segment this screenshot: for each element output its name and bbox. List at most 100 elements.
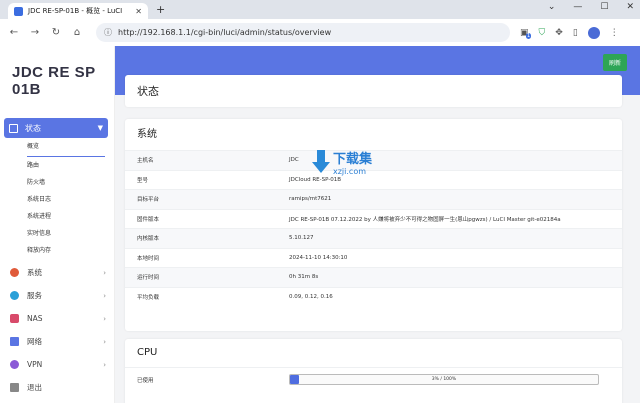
maximize-icon[interactable]: ☐: [600, 2, 608, 12]
menu-vpn[interactable]: VPN ›: [0, 353, 114, 376]
row-value: ramips/mt7621: [289, 196, 332, 203]
submenu-firewall[interactable]: 防火墙: [27, 174, 114, 191]
chevron-right-icon: ›: [103, 291, 106, 300]
chevron-down-icon: ▼: [97, 124, 103, 132]
minimize-icon[interactable]: —: [573, 2, 582, 12]
storage-icon: [10, 314, 19, 323]
section-title-cpu: CPU: [137, 347, 158, 358]
window-close-icon[interactable]: ✕: [626, 2, 634, 12]
logo: JDC RE SP 01B: [12, 64, 96, 98]
row-key: 型号: [137, 177, 149, 184]
table-row: 内核版本 5.10.127: [125, 228, 622, 248]
watermark-sub: xzji.com: [333, 167, 367, 176]
menu-icon[interactable]: ⋮: [610, 28, 619, 38]
submenu-overview[interactable]: 概览: [27, 140, 105, 157]
row-key: 运行时间: [137, 275, 160, 282]
watermark: 下载集 xzji.com: [311, 148, 372, 176]
row-key: 平均负载: [137, 294, 160, 301]
row-value: JDC RE-SP-01B 07.12.2022 by 人嫌将被弃少不可得之物固…: [289, 216, 561, 223]
sidepanel-icon[interactable]: ▯: [573, 28, 578, 38]
watermark-text: 下载集: [333, 152, 373, 167]
extension-badge: 1: [526, 32, 532, 39]
browser-tab[interactable]: JDC RE-SP-01B - 概览 - LuCI ✕: [8, 3, 148, 19]
menu-label: 网络: [27, 337, 42, 346]
browser-toolbar: ← → ↻ ⌂ ⓘ http://192.168.1.1/cgi-bin/luc…: [0, 19, 640, 46]
home-icon[interactable]: ⌂: [69, 27, 85, 38]
link-icon: [10, 291, 19, 300]
address-bar[interactable]: ⓘ http://192.168.1.1/cgi-bin/luci/admin/…: [96, 23, 510, 42]
browser-chrome: JDC RE-SP-01B - 概览 - LuCI ✕ + ⌄ — ☐ ✕ ← …: [0, 0, 640, 46]
close-tab-icon[interactable]: ✕: [135, 7, 142, 16]
table-row: 已使用 3% / 100%: [125, 367, 622, 391]
row-value: 2024-11-10 14:30:10: [289, 254, 348, 261]
tab-title: JDC RE-SP-01B - 概览 - LuCI: [28, 7, 123, 15]
cpu-usage-text: 3% / 100%: [431, 377, 457, 382]
cpu-card: CPU 已使用 3% / 100%: [125, 339, 622, 403]
menu-nas[interactable]: NAS ›: [0, 307, 114, 330]
menu-network[interactable]: 网络 ›: [0, 330, 114, 353]
cpu-usage-bar: 3% / 100%: [289, 374, 599, 385]
main-content: 刷新 状态 系统 主机名 JDC 型号 JDCloud RE-SP-01B 目标平台…: [115, 46, 640, 403]
row-key: 固件版本: [137, 216, 160, 223]
row-value: JDCloud RE-SP-01B: [289, 176, 342, 183]
gear-icon: [10, 268, 19, 277]
chevron-right-icon: ›: [103, 314, 106, 323]
menu-system[interactable]: 系统 ›: [0, 261, 114, 284]
submenu-realtime[interactable]: 实时信息: [27, 225, 114, 242]
table-row: 运行时间 0h 31m 8s: [125, 267, 622, 287]
window-controls: ⌄ — ☐ ✕: [548, 2, 634, 12]
vpn-icon: [10, 360, 19, 369]
site-info-icon[interactable]: ⓘ: [104, 27, 112, 38]
network-icon: [10, 337, 19, 346]
sidebar: JDC RE SP 01B 状态 ▼ 概览 路由 防火墙 系统日志 系统进程 实…: [0, 46, 115, 403]
shield-icon[interactable]: ⛉: [539, 28, 546, 38]
menu-services[interactable]: 服务 ›: [0, 284, 114, 307]
forward-icon[interactable]: →: [27, 27, 43, 38]
menu-label: NAS: [27, 314, 43, 323]
table-row: 型号 JDCloud RE-SP-01B: [125, 169, 622, 190]
submenu-release-memory[interactable]: 释放内存: [27, 242, 114, 259]
download-arrow-icon: [312, 150, 330, 173]
menu-label: 服务: [27, 291, 42, 300]
row-key: 内核版本: [137, 236, 160, 243]
submenu-routes[interactable]: 路由: [27, 157, 114, 174]
row-value: 5.10.127: [289, 235, 314, 242]
table-row: 目标平台 ramips/mt7621: [125, 189, 622, 209]
menu-status-label: 状态: [25, 123, 41, 133]
url-text: http://192.168.1.1/cgi-bin/luci/admin/st…: [118, 28, 332, 37]
page-title: 状态: [137, 85, 159, 98]
menu-label: 退出: [27, 383, 42, 392]
chevron-right-icon: ›: [103, 268, 106, 277]
menu-status[interactable]: 状态 ▼: [4, 118, 108, 138]
page-title-card: 状态: [125, 75, 622, 107]
extension-icon[interactable]: ▣ 1: [520, 28, 532, 39]
row-key: 已使用: [137, 377, 154, 384]
row-key: 主机名: [137, 158, 154, 165]
table-row: 固件版本 JDC RE-SP-01B 07.12.2022 by 人嫌将被弃少不可…: [125, 208, 622, 229]
row-value: JDC: [289, 157, 299, 164]
refresh-button[interactable]: 刷新: [602, 54, 627, 71]
row-key: 本地时间: [137, 255, 160, 262]
extension-icons: ▣ 1 ⛉ ✥ ▯ ⋮: [520, 26, 619, 39]
menu-label: VPN: [27, 360, 43, 369]
favicon-icon: [14, 6, 23, 16]
section-title-system: 系统: [137, 129, 157, 140]
reload-icon[interactable]: ↻: [48, 27, 64, 38]
avatar[interactable]: [587, 26, 600, 39]
new-tab-button[interactable]: +: [156, 3, 165, 16]
row-value: 0.09, 0.12, 0.16: [289, 293, 333, 300]
logout-icon: [10, 383, 19, 392]
table-row: 主机名 JDC: [125, 150, 622, 170]
system-card: 系统 主机名 JDC 型号 JDCloud RE-SP-01B 目标平台 ramips…: [125, 119, 622, 331]
table-row: 本地时间 2024-11-10 14:30:10: [125, 247, 622, 268]
collapse-icon[interactable]: ⌄: [548, 2, 556, 12]
row-key: 目标平台: [137, 197, 160, 204]
menu-label: 系统: [27, 268, 42, 277]
back-icon[interactable]: ←: [6, 27, 22, 38]
submenu-processes[interactable]: 系统进程: [27, 208, 114, 225]
chevron-right-icon: ›: [103, 337, 106, 346]
puzzle-icon[interactable]: ✥: [555, 28, 563, 38]
submenu-syslog[interactable]: 系统日志: [27, 191, 114, 208]
system-table: 主机名 JDC 型号 JDCloud RE-SP-01B 目标平台 ramips/mt…: [125, 150, 622, 306]
menu-logout[interactable]: 退出: [0, 376, 114, 399]
